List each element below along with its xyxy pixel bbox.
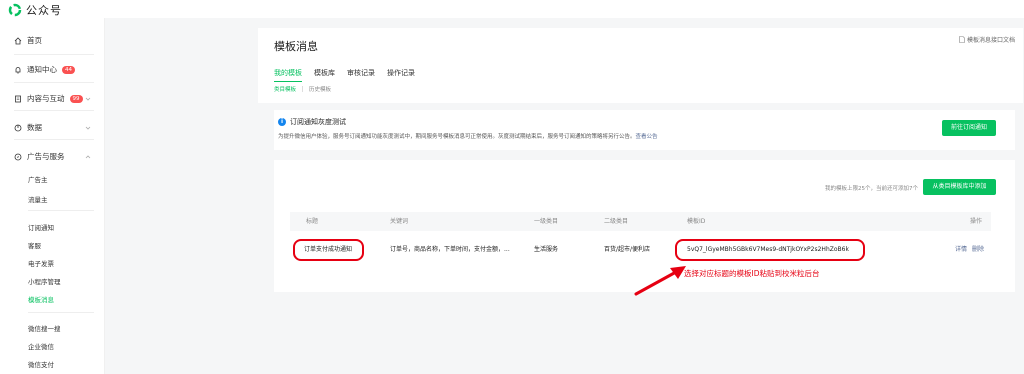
delete-link[interactable]: 删除 — [972, 240, 984, 259]
column-header: 模板ID — [687, 218, 706, 225]
column-header: 关键词 — [390, 218, 409, 225]
divider — [28, 312, 94, 313]
tabs: 我的模板 模板库 审核记录 操作记录 — [274, 68, 415, 82]
annotation-arrow-icon — [634, 266, 686, 296]
tab-my-templates[interactable]: 我的模板 — [274, 68, 302, 82]
column-header: 操作 — [970, 218, 983, 225]
sidebar-item-template-message[interactable]: 模板消息 — [28, 294, 54, 304]
tab-review-records[interactable]: 审核记录 — [347, 68, 375, 82]
template-category-1: 生活服务 — [534, 246, 559, 253]
details-link[interactable]: 详情 — [955, 240, 967, 259]
table-header: 标题 关键词 一级类目 二级类目 模板ID 操作 — [290, 212, 991, 231]
sidebar-item-miniprogram[interactable]: 小程序管理 — [28, 276, 61, 286]
brand-name: 公众号 — [26, 4, 62, 17]
chevron-up-icon[interactable] — [85, 154, 91, 160]
annotation-text: 选择对应标题的模板ID粘贴到校米粒后台 — [684, 269, 820, 278]
sidebar: 首页 通知中心 44 内容与互动 99 数据 广告与服务 广告主 流量主 订阅通… — [0, 18, 105, 374]
bell-icon — [15, 66, 21, 73]
subtabs: 类目模板 历史模板 — [274, 85, 331, 93]
divider — [14, 110, 94, 111]
page-title: 模板消息 — [274, 40, 318, 53]
title-highlight — [293, 239, 364, 261]
info-icon: i — [278, 118, 286, 126]
notification-count-badge: 44 — [62, 65, 75, 74]
sidebar-item-wechat-pay[interactable]: 微信支付 — [28, 359, 54, 369]
chevron-down-icon[interactable] — [85, 96, 91, 102]
sidebar-item-advertiser[interactable]: 广告主 — [28, 174, 48, 184]
sidebar-item-subscription[interactable]: 订阅通知 — [28, 222, 54, 232]
divider — [14, 54, 94, 55]
template-quota: 我的模板上限25个，当前还可添加7个 — [825, 186, 918, 192]
divider — [14, 139, 94, 140]
column-header: 标题 — [306, 218, 319, 225]
table-row: 订单支付成功通知 订单号，商品名称，下单时间，支付金额，... 生活服务 百货/… — [290, 240, 991, 259]
subtab-category-templates[interactable]: 类目模板 — [274, 85, 296, 93]
content-count-badge: 99 — [69, 94, 83, 103]
sidebar-item-publisher[interactable]: 流量主 — [28, 194, 48, 204]
chevron-down-icon[interactable] — [85, 125, 91, 131]
template-id-highlight — [675, 239, 865, 261]
logo[interactable]: 公众号 — [8, 2, 62, 18]
notice-description: 为提升微信用户体验，服务号订阅通知功能灰度测试中，期间服务号模板消息可正常使用。… — [278, 132, 658, 140]
document-icon — [959, 36, 965, 43]
page-header: 模板消息 模板消息接口文档 我的模板 模板库 审核记录 操作记录 类目模板 历史… — [258, 28, 1023, 103]
sidebar-item-data[interactable]: 数据 — [14, 122, 42, 133]
logo-icon — [8, 3, 22, 17]
subtab-history-templates[interactable]: 历史模板 — [309, 85, 331, 93]
data-icon — [14, 124, 22, 131]
tab-operation-records[interactable]: 操作记录 — [387, 68, 415, 82]
sidebar-item-notifications[interactable]: 通知中心 44 — [14, 64, 75, 75]
sidebar-item-content[interactable]: 内容与互动 99 — [14, 93, 83, 104]
divider — [28, 210, 94, 211]
sidebar-item-label: 内容与互动 — [27, 94, 65, 103]
home-icon — [14, 36, 22, 44]
template-keywords: 订单号，商品名称，下单时间，支付金额，... — [390, 246, 510, 253]
top-bar: 公众号 — [0, 0, 1024, 18]
notice-title: 订阅通知灰度测试 — [290, 118, 346, 126]
sidebar-item-label: 数据 — [27, 123, 42, 132]
notice-heading: i 订阅通知灰度测试 — [278, 117, 346, 127]
sidebar-item-invoice[interactable]: 电子发票 — [28, 258, 54, 268]
goto-subscription-button[interactable]: 前往订阅通知 — [942, 120, 996, 136]
notice-card: i 订阅通知灰度测试 为提升微信用户体验，服务号订阅通知功能灰度测试中，期间服务… — [274, 110, 1015, 150]
document-icon — [15, 95, 21, 102]
sidebar-item-label: 通知中心 — [27, 65, 57, 74]
sidebar-item-label: 首页 — [27, 36, 42, 45]
column-header: 二级类目 — [604, 218, 629, 225]
sidebar-item-label: 广告与服务 — [27, 152, 65, 161]
doc-link[interactable]: 模板消息接口文档 — [959, 35, 1015, 44]
sidebar-item-home[interactable]: 首页 — [14, 35, 42, 46]
tab-template-library[interactable]: 模板库 — [314, 68, 335, 82]
divider — [14, 82, 94, 83]
column-header: 一级类目 — [534, 218, 559, 225]
subtab-separator — [302, 86, 304, 92]
doc-link-label: 模板消息接口文档 — [966, 37, 1015, 44]
sidebar-item-ads[interactable]: 广告与服务 — [14, 151, 65, 162]
sidebar-item-customer-service[interactable]: 客服 — [28, 240, 41, 250]
add-template-button[interactable]: 从类目模板库中添加 — [923, 179, 996, 195]
template-category-2: 百货/超市/便利店 — [604, 246, 651, 253]
compass-icon — [14, 153, 22, 160]
notice-link[interactable]: 查看公告 — [636, 134, 658, 140]
notice-text: 为提升微信用户体验，服务号订阅通知功能灰度测试中，期间服务号模板消息可正常使用。… — [278, 134, 636, 140]
sidebar-item-wecom[interactable]: 企业微信 — [28, 341, 54, 351]
sidebar-item-wechat-search[interactable]: 微信搜一搜 — [28, 323, 61, 333]
